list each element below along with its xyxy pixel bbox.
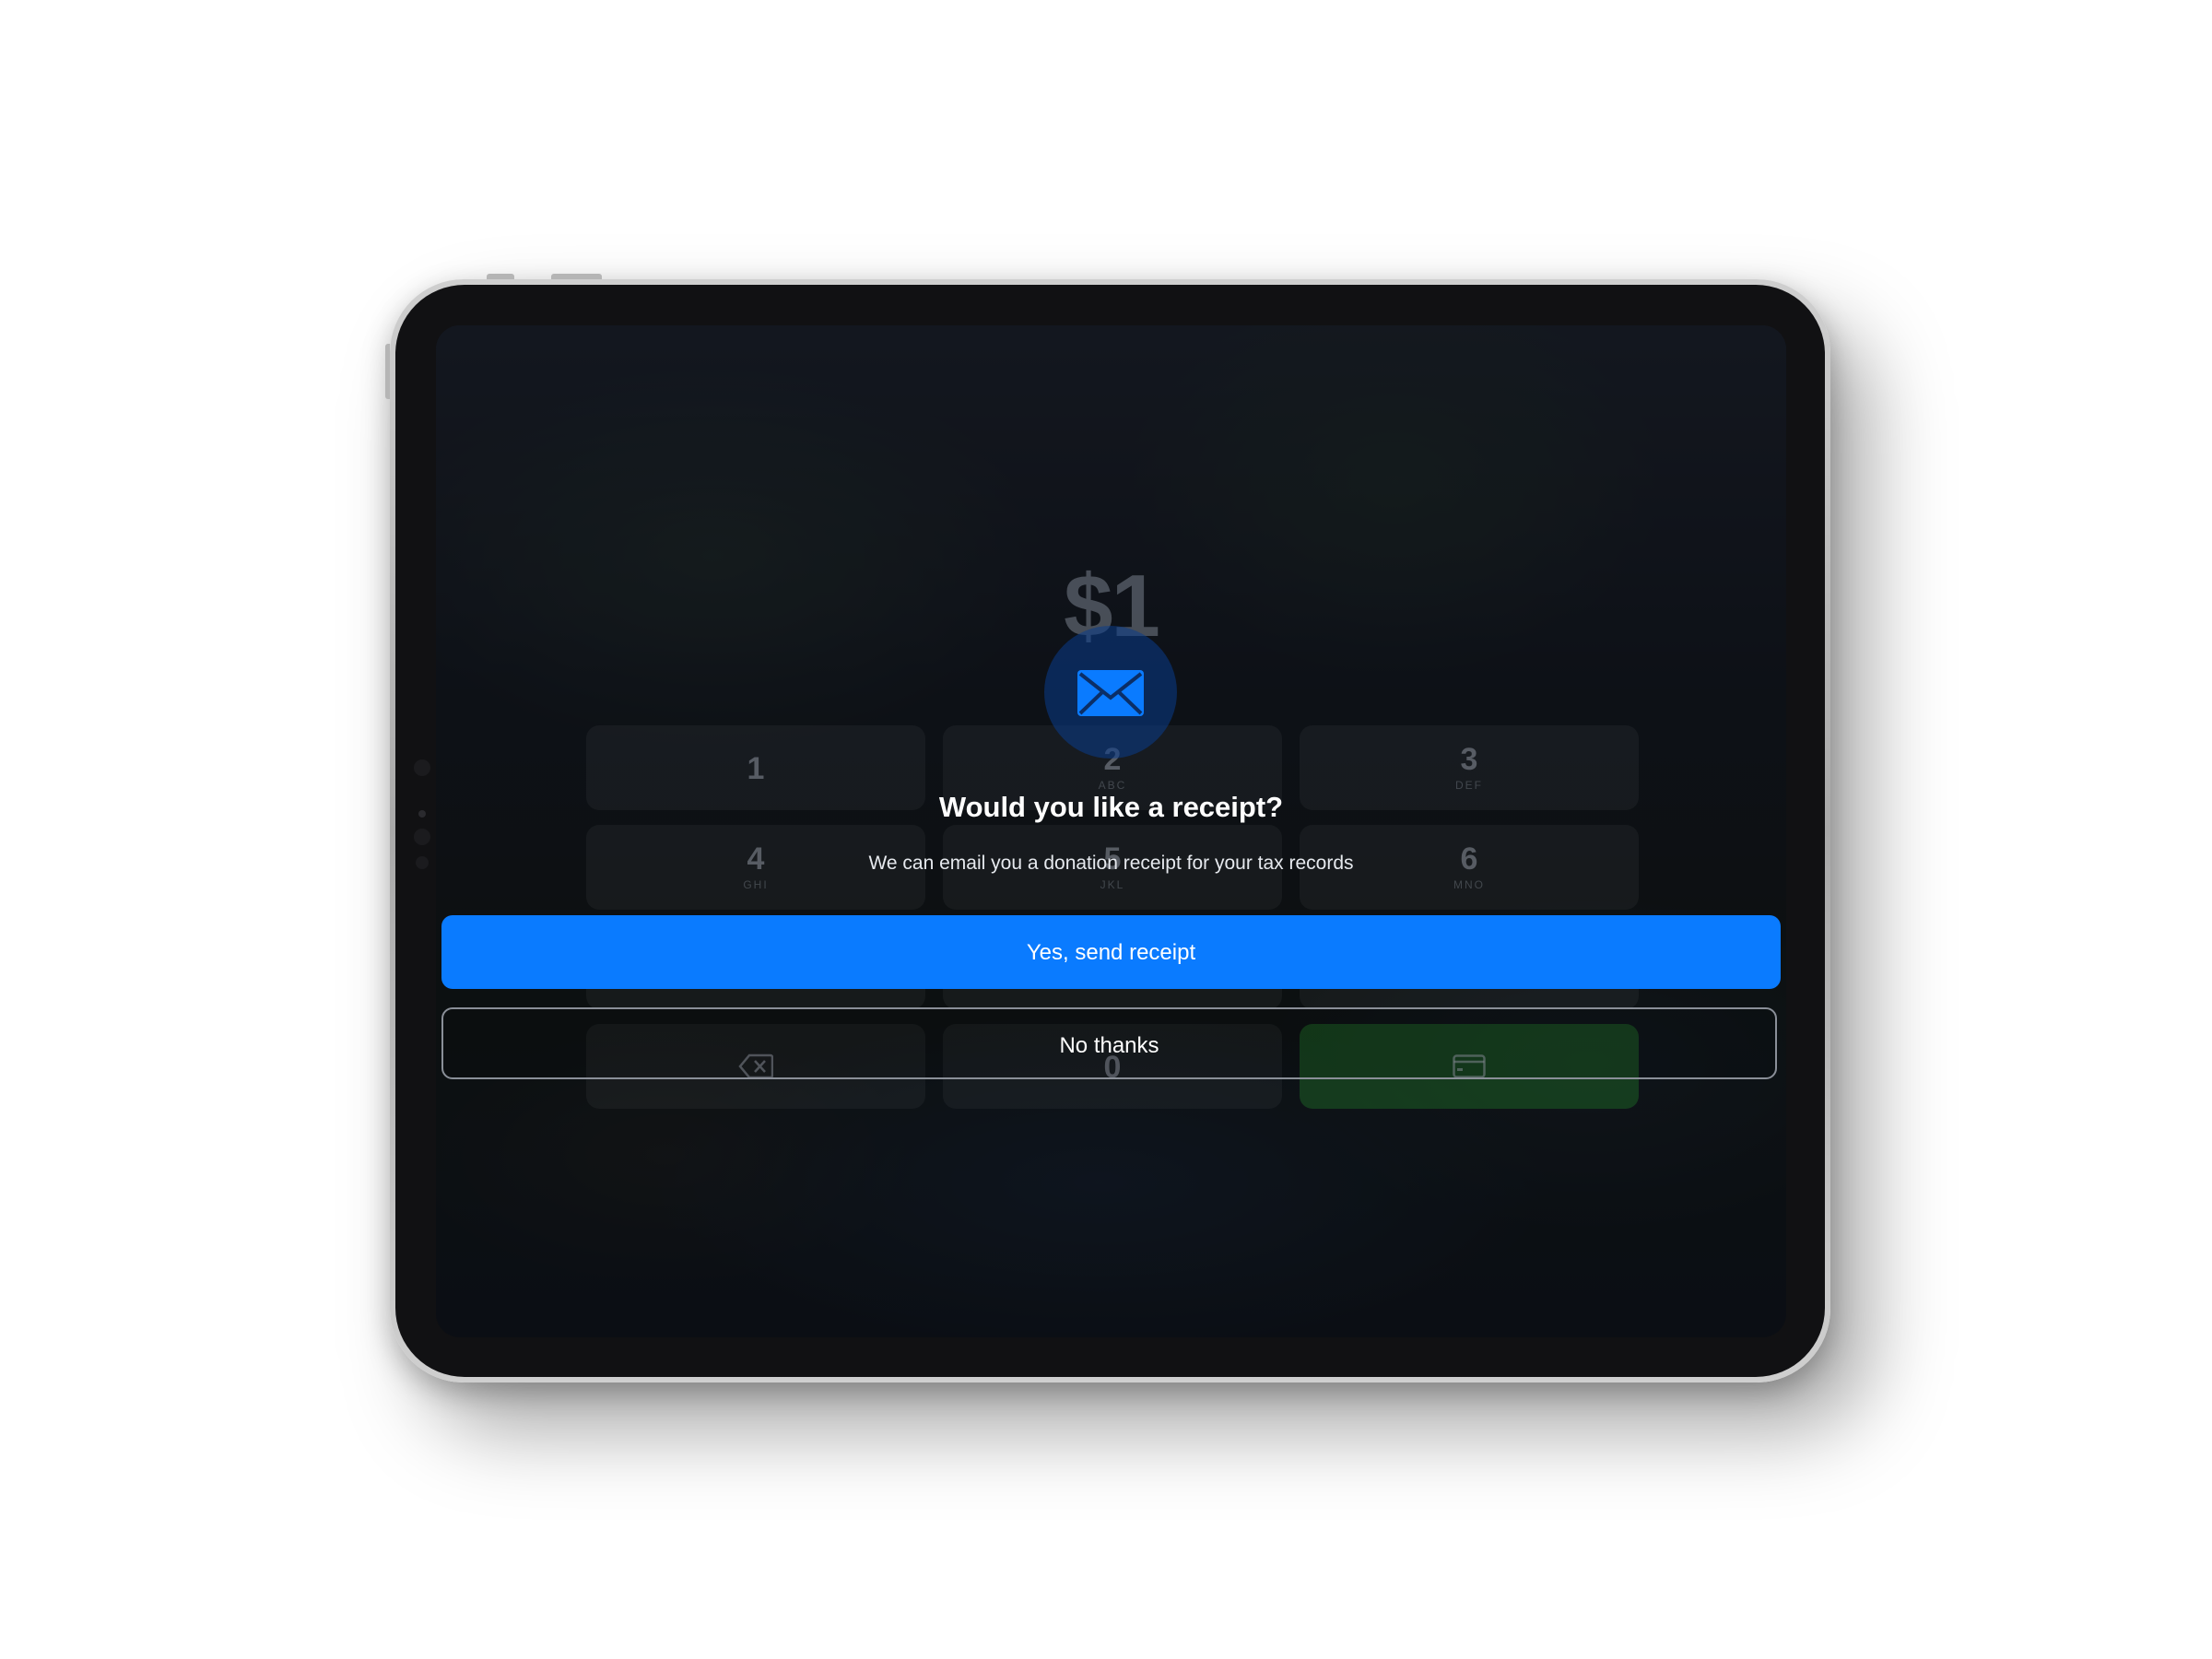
key-digit: 3 (1460, 742, 1478, 777)
receipt-prompt-title: Would you like a receipt? (938, 791, 1284, 823)
device-volume-button (551, 274, 602, 279)
key-letters: DEF (1455, 779, 1483, 792)
camera-dot (414, 829, 430, 845)
key-letters: GHI (743, 878, 769, 891)
sensor-dot (418, 810, 426, 818)
receipt-prompt-subtitle: We can email you a donation receipt for … (868, 853, 1354, 874)
camera-dot (414, 759, 430, 776)
key-digit: 1 (747, 751, 765, 786)
send-receipt-button[interactable]: Yes, send receipt (441, 915, 1781, 989)
sensor-dot (416, 856, 429, 869)
device-side-button (385, 344, 390, 399)
envelope-icon-badge (1044, 626, 1177, 759)
tablet-screen: $1 1 2 ABC 3 DEF 4 GHI 5 JKL 6 MNO 0 Wou… (436, 325, 1786, 1337)
device-top-button (487, 274, 514, 279)
no-thanks-button[interactable]: No thanks (441, 1007, 1777, 1079)
key-letters: JKL (1100, 878, 1125, 891)
key-letters: ABC (1098, 779, 1127, 792)
page-background: $1 1 2 ABC 3 DEF 4 GHI 5 JKL 6 MNO 0 Wou… (0, 0, 2212, 1659)
key-letters: MNO (1453, 878, 1485, 891)
envelope-icon (1077, 670, 1144, 716)
